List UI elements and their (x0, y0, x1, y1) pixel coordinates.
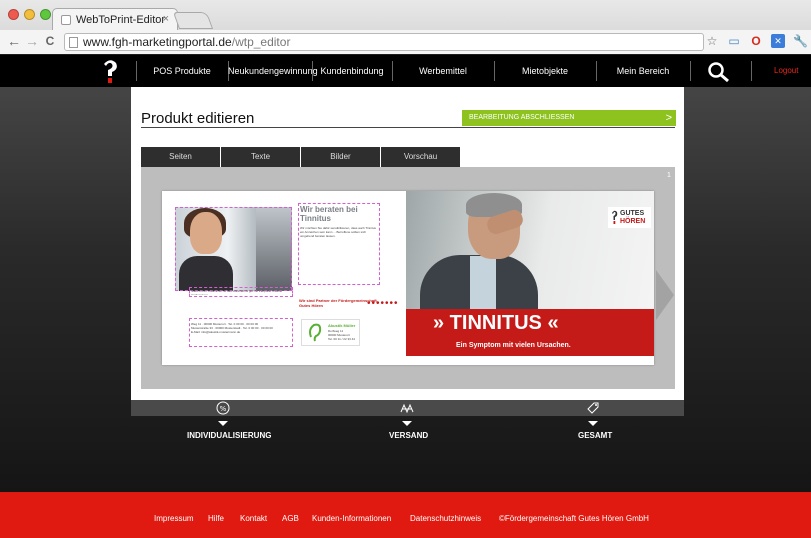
step-versand[interactable]: VERSAND (389, 431, 428, 440)
contacts-text: Weg 11 · 00000 Musterort · Tel. 0 00 00 … (191, 322, 273, 334)
favicon-icon (61, 14, 71, 25)
percent-icon[interactable]: % (215, 400, 231, 416)
tab-vorschau[interactable]: Vorschau (381, 147, 460, 167)
step-arrow-icon (588, 421, 598, 426)
minimize-window-button[interactable] (24, 9, 35, 20)
delivery-icon[interactable] (399, 400, 415, 416)
photo-shirt-shape (470, 256, 496, 309)
nav-separator (751, 61, 752, 81)
footer (0, 492, 811, 538)
toolbar-icons: ☆ ▭ O ✕ 🔧 (705, 34, 808, 48)
browser-toolbar: ← → C www.fgh-marketingportal.de/wtp_edi… (0, 30, 811, 54)
window-controls (8, 9, 51, 20)
site-nav: POS Produkte Neukundengewinnung Kundenbi… (0, 55, 811, 87)
reader-icon[interactable]: ▭ (727, 34, 741, 48)
editor-tabs: Seiten Texte Bilder Vorschau (141, 147, 460, 167)
nav-item-pos-produkte[interactable]: POS Produkte (136, 55, 228, 87)
page-title: Produkt editieren (141, 110, 255, 127)
tab-bar: WebToPrint-Editor × (0, 0, 811, 30)
footer-link-agb[interactable]: AGB (282, 514, 299, 523)
image-frame[interactable] (175, 207, 292, 291)
page-number: 1 (667, 172, 671, 179)
shop-address: Dorfweg 11 00000 Musterort Tel. 00 11 / … (328, 329, 355, 341)
reload-button[interactable]: C (42, 34, 58, 48)
chevron-right-icon: > (665, 112, 672, 124)
extension-icon[interactable]: ✕ (771, 34, 785, 48)
nav-item-neukundengewinnung[interactable]: Neukundengewinnung (228, 55, 318, 87)
ear-icon (309, 323, 322, 342)
page-fold-dots: ••••••• (367, 298, 399, 309)
brand-line-1: GUTES (620, 210, 645, 217)
nav-item-werbemittel[interactable]: Werbemittel (392, 55, 494, 87)
finish-editing-button[interactable]: BEARBEITUNG ABSCHLIESSEN > (462, 110, 676, 126)
wrench-icon[interactable]: 🔧 (793, 34, 808, 48)
url-path: /wtp_editor (231, 35, 291, 49)
tab-bilder[interactable]: Bilder (301, 147, 380, 167)
step-individualisierung[interactable]: INDIVIDUALISIERUNG (187, 431, 271, 440)
tag-icon[interactable] (585, 400, 601, 416)
shop-logo-box[interactable]: Akustik Müller Dorfweg 11 00000 Musteror… (301, 319, 360, 346)
logo-icon[interactable] (101, 58, 119, 84)
brand-badge: GUTES HÖREN (608, 207, 651, 228)
tab-close-icon[interactable]: × (163, 13, 169, 25)
footer-link-datenschutz[interactable]: Datenschutzhinweis (410, 514, 481, 523)
document-heading: Wir beraten bei Tinnitus (300, 205, 358, 223)
search-icon[interactable] (707, 61, 731, 83)
footer-link-kontakt[interactable]: Kontakt (240, 514, 267, 523)
footer-link-kunden-informationen[interactable]: Kunden-Informationen (312, 514, 391, 523)
tab-title: WebToPrint-Editor (76, 13, 166, 26)
svg-text:%: % (220, 405, 227, 413)
step-arrow-icon (218, 421, 228, 426)
title-divider (141, 127, 675, 128)
nav-separator (690, 61, 691, 81)
step-arrow-icon (402, 421, 412, 426)
logout-link[interactable]: Logout (774, 55, 798, 87)
document-body-text: Wir möchten Sie dafür sensibilisieren, d… (300, 226, 376, 238)
address-bar[interactable]: www.fgh-marketingportal.de/wtp_editor (64, 33, 704, 51)
tab-seiten[interactable]: Seiten (141, 147, 220, 167)
browser-tab[interactable]: WebToPrint-Editor × (52, 8, 178, 30)
url-host: www.fgh-marketingportal.de (83, 35, 232, 49)
new-tab-button[interactable] (172, 12, 214, 29)
close-window-button[interactable] (8, 9, 19, 20)
tab-texte[interactable]: Texte (221, 147, 300, 167)
nav-item-mietobjekte[interactable]: Mietobjekte (494, 55, 596, 87)
nav-item-kundenbindung[interactable]: Kundenbindung (312, 55, 392, 87)
next-page-arrow[interactable] (656, 270, 674, 320)
finish-editing-label: BEARBEITUNG ABSCHLIESSEN (469, 114, 575, 121)
nav-item-mein-bereich[interactable]: Mein Bereich (596, 55, 690, 87)
footer-link-impressum[interactable]: Impressum (154, 514, 194, 523)
forward-button[interactable]: → (24, 33, 40, 49)
footer-copyright: ©Fördergemeinschaft Gutes Hören GmbH (499, 514, 649, 523)
brand-line-2: HÖREN (620, 218, 646, 225)
opera-icon[interactable]: O (749, 34, 763, 48)
back-button[interactable]: ← (6, 33, 22, 49)
banner-subtitle: Ein Symptom mit vielen Ursachen. (456, 342, 571, 349)
shop-name: Akustik Müller (328, 323, 356, 328)
step-gesamt[interactable]: GESAMT (578, 431, 612, 440)
star-icon[interactable]: ☆ (705, 34, 719, 48)
footer-link-hilfe[interactable]: Hilfe (208, 514, 224, 523)
caption-text: Stets mit dir zusammen ist das Hörerlebn… (191, 289, 283, 295)
browser-chrome: WebToPrint-Editor × ← → C www.fgh-market… (0, 0, 811, 54)
brand-logo-icon (612, 210, 618, 224)
page-icon (69, 37, 78, 48)
zoom-window-button[interactable] (40, 9, 51, 20)
banner-title: » TINNITUS « (433, 312, 559, 334)
